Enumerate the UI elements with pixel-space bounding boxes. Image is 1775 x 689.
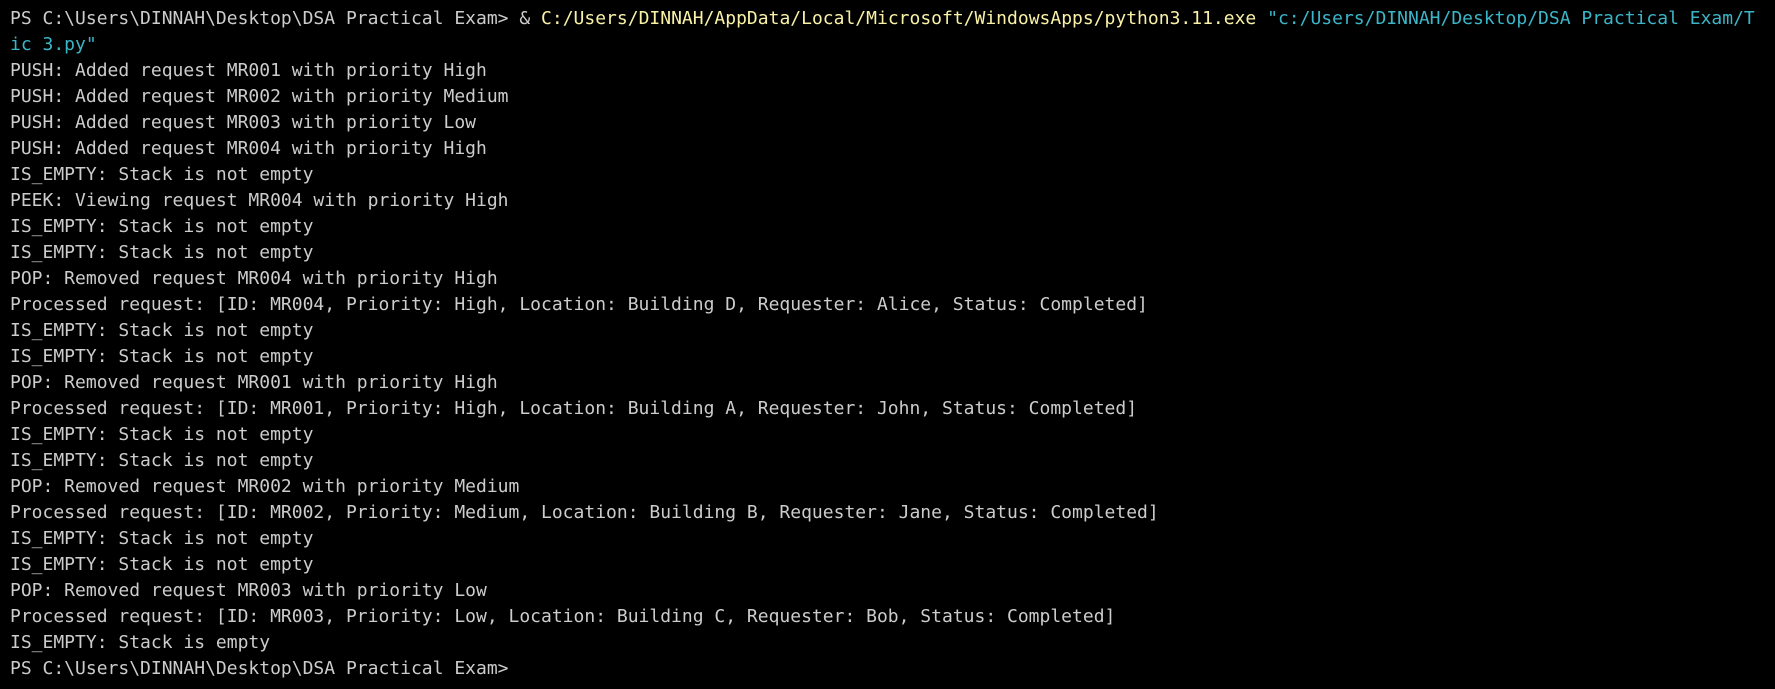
output-line: PUSH: Added request MR003 with priority …	[10, 112, 476, 133]
output-line: Processed request: [ID: MR004, Priority:…	[10, 294, 1148, 315]
terminal-window[interactable]: PS C:\Users\DINNAH\Desktop\DSA Practical…	[0, 0, 1775, 689]
output-line: IS_EMPTY: Stack is not empty	[10, 424, 314, 445]
output-line: PUSH: Added request MR002 with priority …	[10, 86, 509, 107]
output-line: Processed request: [ID: MR002, Priority:…	[10, 502, 1159, 523]
output-line: POP: Removed request MR003 with priority…	[10, 580, 487, 601]
output-line: IS_EMPTY: Stack is not empty	[10, 320, 314, 341]
output-line: IS_EMPTY: Stack is not empty	[10, 346, 314, 367]
output-line: PEEK: Viewing request MR004 with priorit…	[10, 190, 509, 211]
call-operator: &	[519, 8, 542, 29]
output-line: IS_EMPTY: Stack is empty	[10, 632, 271, 653]
python-executable-path: C:/Users/DINNAH/AppData/Local/Microsoft/…	[541, 8, 1268, 29]
command-line: PS C:\Users\DINNAH\Desktop\DSA Practical…	[10, 6, 1775, 32]
final-prompt[interactable]: PS C:\Users\DINNAH\Desktop\DSA Practical…	[10, 656, 1775, 682]
output-line: IS_EMPTY: Stack is not empty	[10, 528, 314, 549]
output-line: Processed request: [ID: MR001, Priority:…	[10, 398, 1138, 419]
command-prompt: PS C:\Users\DINNAH\Desktop\DSA Practical…	[10, 8, 520, 29]
script-path-argument-part-2: ic 3.py"	[10, 34, 97, 55]
output-line: PUSH: Added request MR001 with priority …	[10, 60, 487, 81]
command-line-wrap: ic 3.py"	[10, 32, 1775, 58]
output-line: POP: Removed request MR002 with priority…	[10, 476, 520, 497]
output-line: IS_EMPTY: Stack is not empty	[10, 450, 314, 471]
output-line: IS_EMPTY: Stack is not empty	[10, 242, 314, 263]
output-line: IS_EMPTY: Stack is not empty	[10, 554, 314, 575]
output-line: IS_EMPTY: Stack is not empty	[10, 164, 314, 185]
output-line: Processed request: [ID: MR003, Priority:…	[10, 606, 1116, 627]
output-line: POP: Removed request MR004 with priority…	[10, 268, 498, 289]
script-path-argument-part-1: "c:/Users/DINNAH/Desktop/DSA Practical E…	[1267, 8, 1755, 29]
output-line: POP: Removed request MR001 with priority…	[10, 372, 498, 393]
output-line: PUSH: Added request MR004 with priority …	[10, 138, 487, 159]
output-line: IS_EMPTY: Stack is not empty	[10, 216, 314, 237]
